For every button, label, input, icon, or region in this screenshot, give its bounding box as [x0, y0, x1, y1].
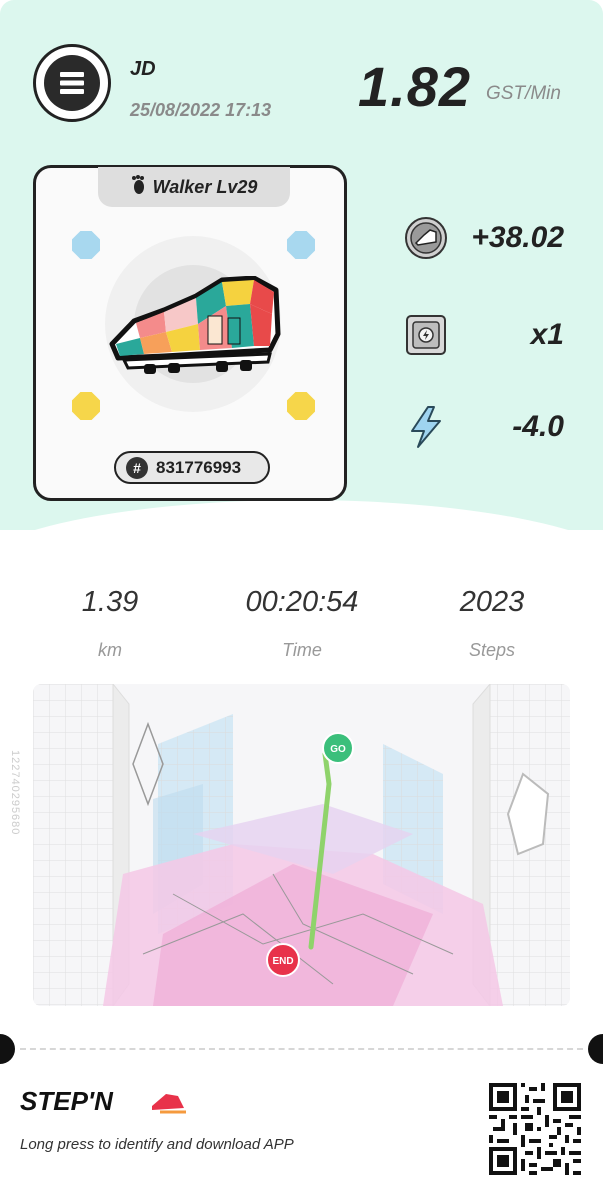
gem-socket-icon[interactable] [72, 392, 100, 420]
username: JD [130, 58, 156, 80]
stat-mystery-box: x1 [404, 310, 574, 360]
sneaker-id: 831776993 [156, 457, 242, 477]
ticket-notch-left [0, 1034, 15, 1064]
distance-label: km [98, 640, 122, 660]
distance-value: 1.39 [81, 586, 139, 618]
ticket-notch-right [588, 1034, 603, 1064]
hash-icon: # [126, 456, 148, 479]
avatar[interactable] [33, 44, 111, 122]
mystery-box-icon [404, 313, 448, 357]
qr-code[interactable] [489, 1083, 581, 1175]
time-value: 00:20:54 [245, 586, 359, 618]
panel-curve [0, 500, 603, 530]
gst-rate-unit: GST/Min [486, 83, 561, 104]
stepn-logo: STEP'N [20, 1086, 190, 1121]
svg-text:GO: GO [330, 744, 346, 755]
sneaker-coin-icon [404, 216, 448, 260]
sneaker-card[interactable]: Walker Lv29 # 831776993 [33, 165, 347, 501]
route-map[interactable]: GO END [33, 684, 570, 1006]
stat-value: -4.0 [512, 410, 564, 443]
share-id: 122740295680 [9, 750, 21, 836]
gem-socket-icon[interactable] [287, 392, 315, 420]
end-marker: END [266, 943, 300, 977]
download-hint: Long press to identify and download APP [20, 1136, 294, 1153]
gem-socket-icon[interactable] [287, 231, 315, 259]
sneaker-image [104, 275, 282, 381]
steps-label: Steps [468, 640, 516, 660]
solana-logo-icon [44, 55, 100, 111]
time-label: Time [282, 640, 322, 660]
stat-value: x1 [530, 318, 564, 351]
sneaker-id-badge: # 831776993 [114, 451, 270, 484]
dashed-divider [20, 1048, 583, 1050]
energy-bolt-icon [404, 405, 448, 449]
stat-value: +38.02 [471, 221, 564, 254]
svg-text:END: END [272, 956, 293, 967]
gst-rate-value: 1.82 [358, 55, 471, 118]
sneaker-level-label: Walker Lv29 [152, 176, 258, 197]
gem-socket-icon[interactable] [72, 231, 100, 259]
footprint-icon [131, 174, 147, 200]
svg-text:STEP'N: STEP'N [20, 1086, 114, 1116]
stat-energy: -4.0 [404, 402, 574, 452]
go-marker: GO [322, 732, 354, 764]
steps-value: 2023 [459, 586, 525, 618]
stat-gst-earned: +38.02 [404, 213, 574, 263]
sneaker-level-tab: Walker Lv29 [98, 167, 290, 207]
run-datetime: 25/08/2022 17:13 [130, 100, 272, 120]
